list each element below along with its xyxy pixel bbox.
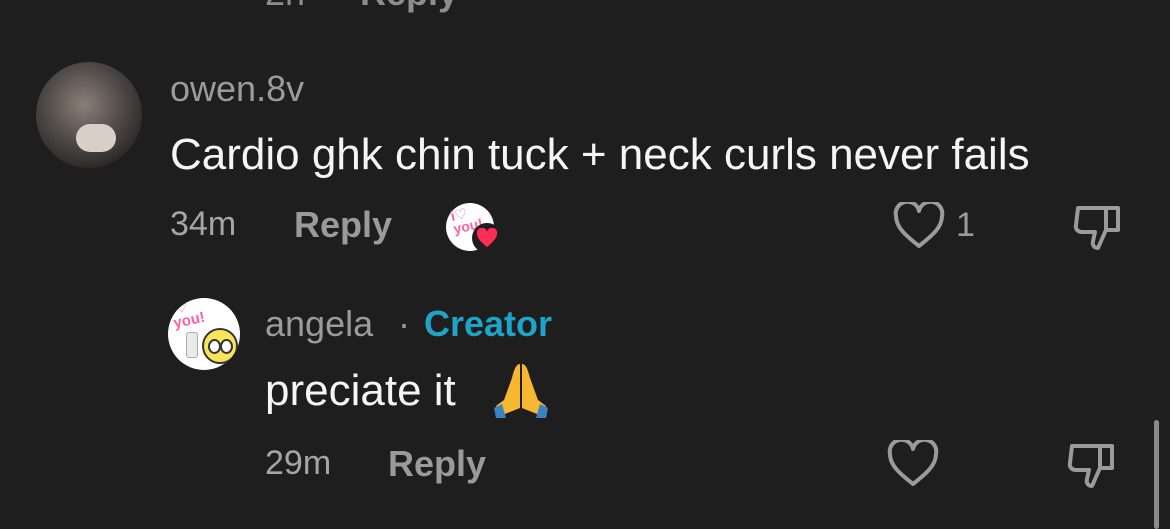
creator-badge: Creator bbox=[424, 303, 553, 344]
comment-text: preciate it bbox=[265, 366, 456, 415]
avatar-angela[interactable]: i♡ you! bbox=[168, 298, 240, 370]
scrollbar[interactable] bbox=[1154, 420, 1159, 529]
heart-outline-icon[interactable] bbox=[887, 437, 939, 493]
separator-dot: · bbox=[398, 303, 410, 344]
creator-liked-heart-icon bbox=[472, 223, 502, 253]
previous-comment-reply-button[interactable]: Reply bbox=[360, 0, 458, 14]
reply-button[interactable]: Reply bbox=[388, 443, 486, 485]
comment-username[interactable]: owen.8v bbox=[170, 68, 304, 110]
comment-timestamp: 29m bbox=[265, 444, 332, 482]
praying-hands-emoji bbox=[490, 360, 552, 425]
creator-liked-badge: i♡ you! bbox=[446, 203, 502, 253]
like-count: 1 bbox=[956, 206, 975, 244]
comment-text: Cardio ghk chin tuck + neck curls never … bbox=[170, 130, 1030, 179]
previous-comment-time: 2h bbox=[265, 0, 305, 14]
avatar-owen[interactable] bbox=[36, 62, 142, 168]
thumbs-down-icon[interactable] bbox=[1070, 202, 1124, 257]
heart-outline-icon[interactable] bbox=[893, 199, 945, 255]
comment-username[interactable]: angela bbox=[265, 303, 373, 345]
thumbs-down-icon[interactable] bbox=[1064, 440, 1118, 495]
reply-button[interactable]: Reply bbox=[294, 204, 392, 246]
comment-timestamp: 34m bbox=[170, 205, 237, 243]
